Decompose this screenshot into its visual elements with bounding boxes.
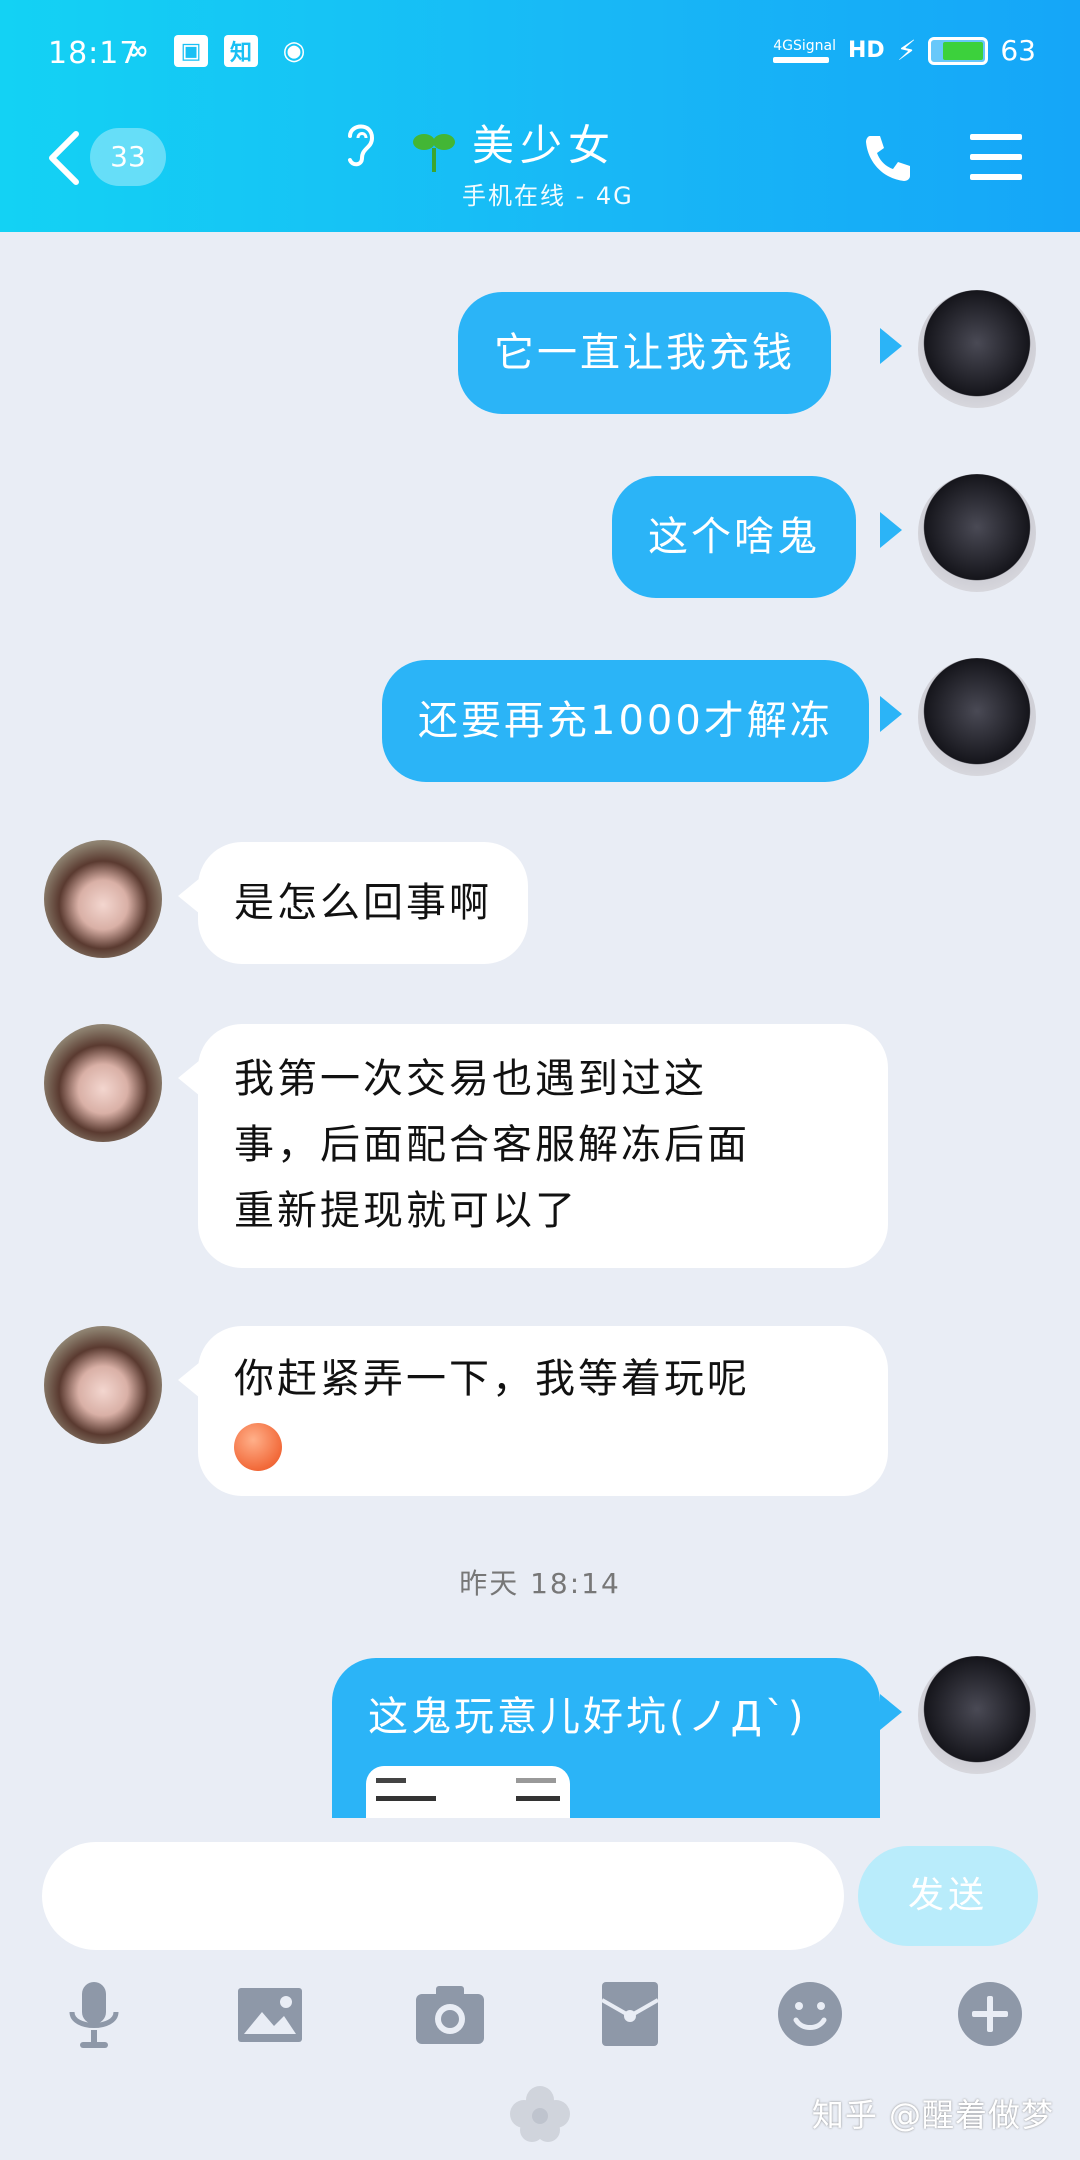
zhihu-notification-icon: 知 [224,35,258,67]
infinity-icon: ∞ [127,36,149,66]
battery-level: 63 [1000,34,1036,67]
status-icons: ∞ ▣ 知 ◉ [118,34,314,68]
message-bubble-received[interactable]: 我第一次交易也遇到过这 事，后面配合客服解冻后面 重新提现就可以了 [198,1024,888,1268]
flushed-face-emoji-icon [234,1423,282,1471]
image-icon[interactable] [232,1976,308,2052]
watermark: 知乎 @醒着做梦 [811,2096,1054,2134]
message-text: 这鬼玩意儿好坑(ノД`) [368,1694,807,1740]
ear-icon[interactable] [340,118,380,170]
message-text-line: 我第一次交易也遇到过这 [234,1056,707,1102]
contact-name[interactable]: 美少女 [472,112,616,173]
contact-avatar[interactable] [44,1024,162,1142]
menu-icon[interactable] [968,132,1024,182]
message-text: 还要再充1000才解冻 [418,698,833,744]
message-text: 它一直让我充钱 [494,330,795,376]
send-button[interactable]: 发送 [858,1846,1038,1946]
status-right: 4GSignal HD ⚡ 63 [773,34,1036,67]
mic-icon[interactable] [56,1976,132,2052]
back-icon[interactable] [44,128,84,188]
flower-logo-icon [510,2086,570,2142]
my-avatar[interactable] [918,1656,1036,1774]
message-input[interactable] [42,1842,844,1950]
input-area: 发送 知乎 @醒着做梦 [0,1818,1080,2160]
my-avatar[interactable] [918,658,1036,776]
hd-call-icon: HD [848,38,885,63]
camera-icon[interactable] [412,1976,488,2052]
message-text-line: 事，后面配合客服解冻后面 [234,1122,750,1168]
message-text: 是怎么回事啊 [234,880,492,926]
message-bubble-sent[interactable]: 这个啥鬼 [612,476,856,598]
message-bubble-sent[interactable]: 它一直让我充钱 [458,292,831,414]
signal-icon: 4GSignal [773,39,836,63]
contact-avatar[interactable] [44,840,162,958]
header: 18:17 ∞ ▣ 知 ◉ 4GSignal HD ⚡ 63 33 美少女 手机… [0,0,1080,232]
message-bubble-received[interactable]: 是怎么回事啊 [198,842,528,964]
chat-screen: 18:17 ∞ ▣ 知 ◉ 4GSignal HD ⚡ 63 33 美少女 手机… [0,0,1080,2160]
message-text: 你赶紧弄一下，我等着玩呢 [234,1356,750,1402]
contact-avatar[interactable] [44,1326,162,1444]
contact-status: 手机在线 - 4G [462,182,634,210]
my-avatar[interactable] [918,474,1036,592]
status-bar: 18:17 ∞ ▣ 知 ◉ 4GSignal HD ⚡ 63 [0,34,1080,74]
app-notification-icon: ◉ [282,36,306,66]
sprout-icon [413,134,455,172]
charging-icon: ⚡ [896,34,917,67]
signal-label: Signal [792,37,836,54]
emoji-icon[interactable] [772,1976,848,2052]
battery-icon [928,36,989,65]
image-attachment-thumbnail[interactable] [366,1766,570,1818]
gallery-notification-icon: ▣ [174,35,208,67]
message-timestamp: 昨天 18:14 [459,1567,621,1600]
message-bubble-received[interactable]: 你赶紧弄一下，我等着玩呢 [198,1326,888,1496]
red-packet-icon[interactable] [592,1976,668,2052]
message-text: 这个啥鬼 [648,514,820,560]
plus-icon[interactable] [952,1976,1028,2052]
message-text-line: 重新提现就可以了 [234,1188,578,1234]
message-bubble-sent[interactable]: 还要再充1000才解冻 [382,660,869,782]
message-list[interactable]: 它一直让我充钱 这个啥鬼 还要再充1000才解冻 是怎么回事啊 我第一次交易也遇… [0,232,1080,1818]
phone-icon[interactable] [860,130,916,186]
my-avatar[interactable] [918,290,1036,408]
unread-badge[interactable]: 33 [90,128,166,186]
network-type: 4G [773,37,793,54]
